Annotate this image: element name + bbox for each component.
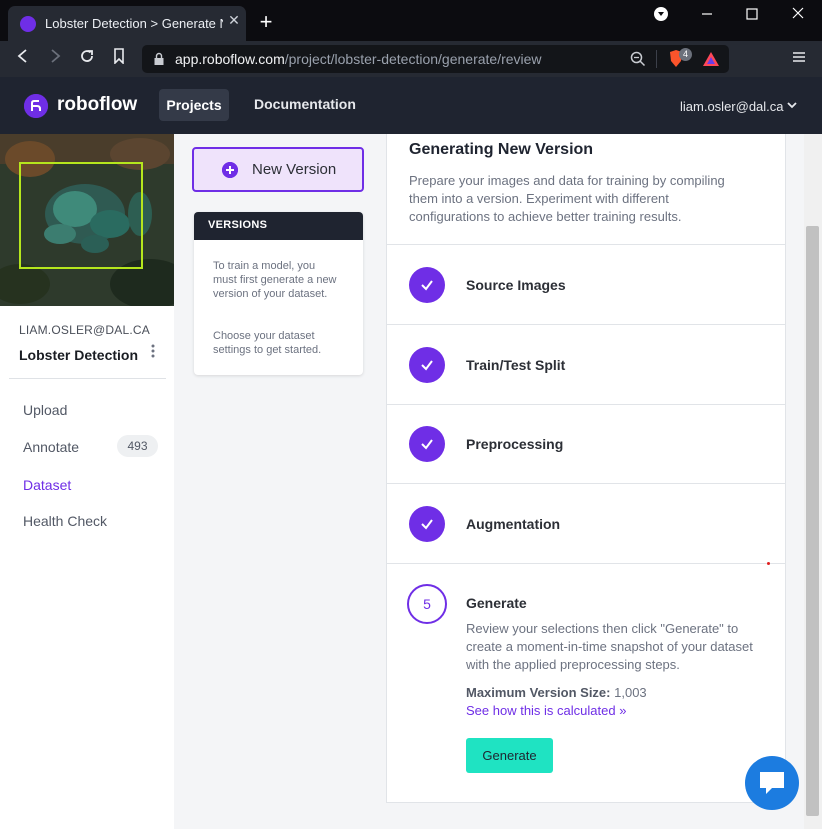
nav-documentation[interactable]: Documentation xyxy=(254,96,356,112)
versions-instructions-text: Choose your dataset settings to get star… xyxy=(213,330,322,356)
generate-button[interactable]: Generate xyxy=(466,738,553,773)
chevron-down-icon xyxy=(786,99,798,114)
step-source-images[interactable]: Source Images xyxy=(466,277,566,293)
step-divider xyxy=(387,404,785,405)
check-icon xyxy=(409,426,445,462)
generate-description: Review your selections then click "Gener… xyxy=(466,621,753,672)
step-train-test-split[interactable]: Train/Test Split xyxy=(466,357,565,373)
versions-title: VERSIONS xyxy=(208,219,268,231)
browser-tab[interactable]: Lobster Detection > Generate New ✕ xyxy=(8,6,246,41)
max-size-value: 1,003 xyxy=(614,685,647,700)
page-description: Prepare your images and data for trainin… xyxy=(409,173,725,224)
user-email: liam.osler@dal.ca xyxy=(680,99,784,114)
new-version-button[interactable]: New Version xyxy=(192,147,364,192)
step-preprocessing[interactable]: Preprocessing xyxy=(466,436,563,452)
roboflow-favicon-icon xyxy=(20,16,36,32)
plus-circle-icon xyxy=(222,162,238,178)
app-header: roboflow Projects Documentation liam.osl… xyxy=(0,77,822,134)
project-sidebar: LIAM.OSLER@DAL.CA Lobster Detection Uplo… xyxy=(0,134,174,829)
annotate-count-badge: 493 xyxy=(117,435,158,457)
versions-empty-text: To train a model, you must first generat… xyxy=(213,260,337,300)
step-divider xyxy=(387,483,785,484)
new-tab-button[interactable]: + xyxy=(256,11,276,33)
logo-text[interactable]: roboflow xyxy=(57,94,137,116)
see-how-calculated-link[interactable]: See how this is calculated » xyxy=(466,703,626,718)
minimize-icon[interactable] xyxy=(692,6,722,28)
step-divider xyxy=(387,563,785,564)
check-icon xyxy=(409,267,445,303)
tab-search-icon[interactable] xyxy=(646,6,676,28)
sidebar-divider xyxy=(9,378,166,379)
url-text: app.roboflow.com/project/lobster-detecti… xyxy=(175,51,542,67)
close-window-icon[interactable] xyxy=(783,6,813,28)
zoom-icon[interactable] xyxy=(630,51,646,72)
maximize-icon[interactable] xyxy=(737,6,767,28)
brave-rewards-icon[interactable] xyxy=(702,51,720,72)
sidebar-item-health-check[interactable]: Health Check xyxy=(23,513,107,529)
step-divider xyxy=(387,324,785,325)
check-icon xyxy=(409,506,445,542)
step-augmentation[interactable]: Augmentation xyxy=(466,516,560,532)
project-options-icon[interactable] xyxy=(147,344,159,364)
project-name[interactable]: Lobster Detection xyxy=(19,347,138,363)
versions-card-header: VERSIONS xyxy=(194,212,363,240)
browser-menu-icon[interactable] xyxy=(788,48,810,70)
sidebar-item-annotate[interactable]: Annotate xyxy=(23,439,79,455)
check-icon xyxy=(409,347,445,383)
step-divider xyxy=(387,244,785,245)
max-version-size: Maximum Version Size: 1,003 xyxy=(466,685,647,700)
annotation-box xyxy=(19,162,143,269)
chat-icon xyxy=(758,770,786,801)
max-size-label: Maximum Version Size: xyxy=(466,685,611,700)
chat-button[interactable] xyxy=(745,756,799,810)
sidebar-item-dataset[interactable]: Dataset xyxy=(23,477,71,493)
user-menu[interactable]: liam.osler@dal.ca xyxy=(680,99,797,114)
back-icon[interactable] xyxy=(12,48,34,70)
new-version-label: New Version xyxy=(252,161,337,178)
project-thumbnail[interactable] xyxy=(0,134,174,306)
address-divider xyxy=(656,50,657,68)
browser-tab-bar: Lobster Detection > Generate New ✕ + xyxy=(0,0,822,41)
page-title: Generating New Version xyxy=(409,141,594,158)
bookmark-icon[interactable] xyxy=(108,48,130,70)
tab-close-icon[interactable]: ✕ xyxy=(226,12,242,32)
page-scrollbar-thumb[interactable] xyxy=(806,226,819,816)
address-bar[interactable]: app.roboflow.com/project/lobster-detecti… xyxy=(142,45,729,73)
step-number-badge: 5 xyxy=(407,584,447,624)
versions-card: VERSIONS To train a model, you must firs… xyxy=(194,212,363,375)
nav-projects[interactable]: Projects xyxy=(159,89,229,121)
indicator-dot xyxy=(767,562,770,565)
roboflow-logo-icon[interactable] xyxy=(24,94,48,118)
workspace-owner: LIAM.OSLER@DAL.CA xyxy=(19,323,150,337)
browser-toolbar: app.roboflow.com/project/lobster-detecti… xyxy=(0,41,822,77)
sidebar-item-upload[interactable]: Upload xyxy=(23,402,67,418)
reload-icon[interactable] xyxy=(76,48,98,70)
step-generate: Generate xyxy=(466,595,527,611)
brave-shields-count: 4 xyxy=(679,48,692,61)
forward-icon[interactable] xyxy=(44,48,66,70)
generate-version-panel: Generating New Version Prepare your imag… xyxy=(386,134,786,803)
tab-title: Lobster Detection > Generate New xyxy=(45,16,223,31)
lock-icon xyxy=(153,52,165,71)
